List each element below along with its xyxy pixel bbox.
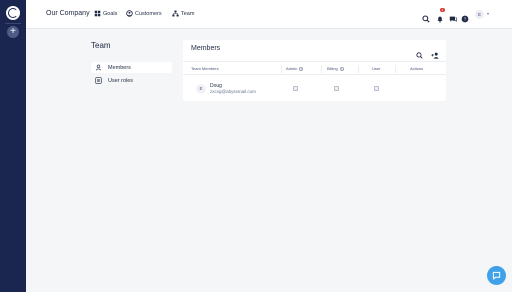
column-label: Actions [410,66,424,71]
user-checkbox[interactable] [374,86,379,91]
sidebar-item-label: User roles [108,77,134,84]
nav-goals-label: Goals [103,10,118,17]
search-icon[interactable] [422,10,430,23]
chat-bubble-icon [492,271,501,280]
app-logo-icon[interactable] [6,6,20,20]
left-rail: + [0,0,26,292]
column-label: Admin [286,66,298,71]
nav-goals[interactable]: Goals [94,10,117,17]
customers-icon [126,10,133,17]
column-header-actions: Actions [410,66,423,71]
notifications-bell-icon[interactable]: 1 [436,8,445,23]
chevron-down-icon[interactable]: ▾ [487,11,489,16]
sidebar-item-label: Members [108,64,131,71]
sidebar-item-user-roles[interactable]: User roles [91,75,172,86]
info-icon[interactable]: i [339,66,344,71]
add-workspace-button[interactable]: + [7,26,19,38]
column-label: Team Members [191,66,219,71]
column-divider [281,65,282,73]
admin-checkbox[interactable] [293,86,298,91]
panel-title: Members [191,45,221,52]
goals-icon [94,10,101,17]
table-row[interactable]: E Doug zxcvg@abyssmail.com [183,76,446,101]
nav-team[interactable]: Team [172,10,194,17]
nav-customers-label: Customers [135,10,162,17]
column-header-team-members: Team Members [191,66,219,71]
sidebar-item-members[interactable]: Members [91,62,172,73]
column-header-user: User [372,66,380,71]
support-chat-button[interactable] [487,266,506,285]
member-avatar: E [196,84,206,94]
roles-icon [95,77,102,84]
company-name[interactable]: Our Company [46,10,90,17]
user-avatar[interactable]: E [475,10,484,19]
notification-badge: 1 [440,8,445,12]
nav-customers[interactable]: Customers [126,10,162,17]
svg-text:?: ? [464,17,467,23]
billing-checkbox[interactable] [334,86,339,91]
page-title: Team [91,41,111,50]
rail-divider [5,23,21,24]
help-icon[interactable]: ? [461,10,469,23]
top-bar: Our Company Goals Customers Team 1 ? E ▾ [26,0,512,29]
search-members-icon[interactable] [416,46,423,59]
members-panel: Members Team Members Admin i Billing i U… [183,40,446,101]
column-divider [321,65,322,73]
column-label: Billing [327,66,338,71]
column-header-admin: Admin i [286,66,304,71]
team-icon [172,10,179,17]
table-header: Team Members Admin i Billing i User Acti… [183,61,446,75]
chat-icon[interactable] [449,10,457,22]
column-label: User [372,66,381,71]
column-divider [358,65,359,73]
column-header-billing: Billing i [327,66,344,71]
nav-team-label: Team [181,10,195,17]
member-email: zxcvg@abyssmail.com [210,89,256,94]
add-member-icon[interactable] [431,46,440,59]
info-icon[interactable]: i [299,66,304,71]
column-divider [395,65,396,73]
user-icon [95,64,102,71]
